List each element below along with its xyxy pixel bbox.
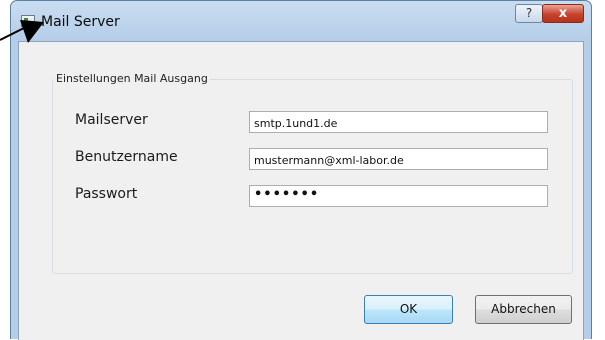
mail-outgoing-groupbox [52,79,573,274]
ok-button[interactable]: OK [364,295,453,324]
help-button[interactable]: ? [515,4,543,23]
groupbox-title: Einstellungen Mail Ausgang [54,72,210,85]
close-button[interactable]: x [542,4,584,23]
dialog-window: Mail Server ? x Einstellungen Mail Ausga… [10,0,592,340]
username-input[interactable] [249,148,548,170]
username-label: Benutzername [75,149,178,165]
arrow-pointer-icon [0,20,44,43]
password-label: Passwort [75,186,138,202]
dialog-body: Einstellungen Mail Ausgang Mailserver Be… [18,41,584,340]
mailserver-input[interactable] [249,111,548,133]
password-input[interactable]: ••••••• [249,185,548,207]
cancel-button[interactable]: Abbrechen [475,295,572,324]
title-bar[interactable]: Mail Server ? x [11,1,591,41]
mailserver-label: Mailserver [75,112,148,128]
